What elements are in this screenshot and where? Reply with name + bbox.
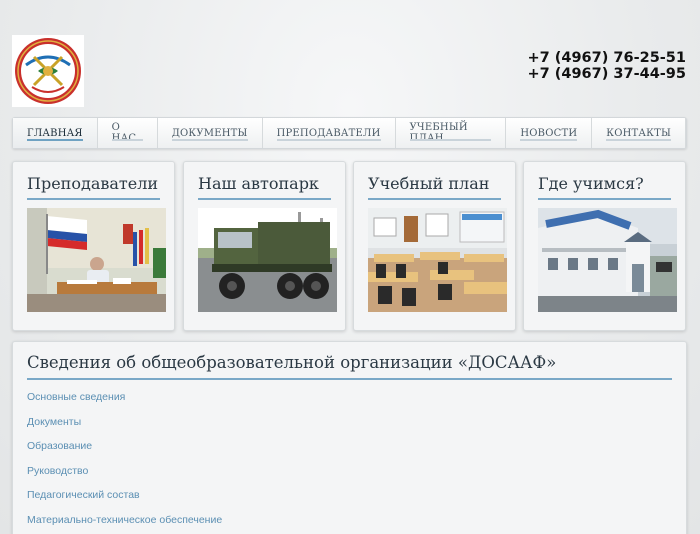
card-title[interactable]: Учебный план xyxy=(368,174,505,193)
nav-item-teachers[interactable]: Преподаватели xyxy=(263,118,396,148)
phone-number-2: +7 (4967) 37-44-95 xyxy=(527,66,686,82)
card-location[interactable]: Где учимся? xyxy=(523,161,686,331)
nav-item-about[interactable]: О нас xyxy=(98,118,158,148)
office-with-instructor-photo[interactable] xyxy=(27,208,166,312)
phone-number-1: +7 (4967) 76-25-51 xyxy=(527,50,686,66)
info-title: Сведения об общеобразовательной организа… xyxy=(27,353,557,372)
info-link-teaching-staff[interactable]: Педагогический состав xyxy=(27,489,222,514)
nav-item-label: Документы xyxy=(171,127,248,139)
info-links-list: Основные сведения Документы Образование … xyxy=(27,391,222,534)
nav-item-label: Преподаватели xyxy=(276,127,381,139)
info-link-basic[interactable]: Основные сведения xyxy=(27,391,222,416)
card-title[interactable]: Наш автопарк xyxy=(198,174,335,193)
card-title[interactable]: Где учимся? xyxy=(538,174,675,193)
main-nav: Главная О нас Документы Преподаватели Уч… xyxy=(12,117,687,149)
military-truck-photo[interactable] xyxy=(198,208,337,312)
nav-item-curriculum[interactable]: Учебный план xyxy=(396,118,507,148)
info-link-management[interactable]: Руководство xyxy=(27,465,222,490)
card-curriculum[interactable]: Учебный план xyxy=(353,161,516,331)
classroom-photo[interactable] xyxy=(368,208,507,312)
nav-item-label: Главная xyxy=(27,127,83,139)
phone-numbers: +7 (4967) 76-25-51 +7 (4967) 37-44-95 xyxy=(527,50,686,82)
card-title[interactable]: Преподаватели xyxy=(27,174,164,193)
nav-item-documents[interactable]: Документы xyxy=(158,118,263,148)
dosaaf-building-photo[interactable] xyxy=(538,208,677,312)
nav-item-home[interactable]: Главная xyxy=(13,118,98,148)
nav-item-contacts[interactable]: Контакты xyxy=(592,118,686,148)
info-link-documents[interactable]: Документы xyxy=(27,416,222,441)
nav-item-news[interactable]: Новости xyxy=(506,118,593,148)
nav-item-label: Контакты xyxy=(606,127,671,139)
card-teachers[interactable]: Преподаватели xyxy=(12,161,175,331)
dosaaf-emblem-icon[interactable] xyxy=(12,35,84,107)
info-link-education[interactable]: Образование xyxy=(27,440,222,465)
info-link-facilities[interactable]: Материально-техническое обеспечение xyxy=(27,514,222,534)
organization-info-panel: Сведения об общеобразовательной организа… xyxy=(12,341,687,534)
card-fleet[interactable]: Наш автопарк xyxy=(183,161,346,331)
nav-item-label: Новости xyxy=(520,127,578,139)
